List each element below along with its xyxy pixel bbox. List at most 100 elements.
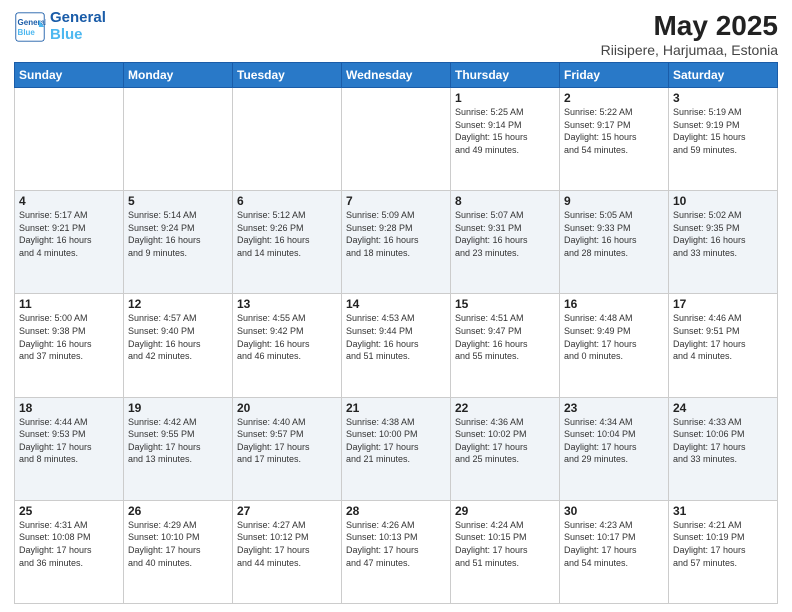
- title-block: May 2025 Riisipere, Harjumaa, Estonia: [601, 10, 778, 58]
- calendar-cell: 9Sunrise: 5:05 AM Sunset: 9:33 PM Daylig…: [560, 191, 669, 294]
- day-info: Sunrise: 5:12 AM Sunset: 9:26 PM Dayligh…: [237, 209, 337, 259]
- page: General Blue General Blue May 2025 Riisi…: [0, 0, 792, 612]
- calendar-cell: 4Sunrise: 5:17 AM Sunset: 9:21 PM Daylig…: [15, 191, 124, 294]
- calendar-cell: [342, 88, 451, 191]
- day-number: 30: [564, 504, 664, 518]
- calendar-cell: 23Sunrise: 4:34 AM Sunset: 10:04 PM Dayl…: [560, 397, 669, 500]
- calendar-table: Sunday Monday Tuesday Wednesday Thursday…: [14, 62, 778, 604]
- calendar-cell: 14Sunrise: 4:53 AM Sunset: 9:44 PM Dayli…: [342, 294, 451, 397]
- calendar-header-row: Sunday Monday Tuesday Wednesday Thursday…: [15, 63, 778, 88]
- day-info: Sunrise: 5:25 AM Sunset: 9:14 PM Dayligh…: [455, 106, 555, 156]
- day-number: 2: [564, 91, 664, 105]
- day-number: 4: [19, 194, 119, 208]
- calendar-cell: 1Sunrise: 5:25 AM Sunset: 9:14 PM Daylig…: [451, 88, 560, 191]
- day-number: 17: [673, 297, 773, 311]
- day-info: Sunrise: 4:34 AM Sunset: 10:04 PM Daylig…: [564, 416, 664, 466]
- day-number: 10: [673, 194, 773, 208]
- calendar-cell: 6Sunrise: 5:12 AM Sunset: 9:26 PM Daylig…: [233, 191, 342, 294]
- day-info: Sunrise: 4:27 AM Sunset: 10:12 PM Daylig…: [237, 519, 337, 569]
- day-number: 15: [455, 297, 555, 311]
- calendar-cell: 8Sunrise: 5:07 AM Sunset: 9:31 PM Daylig…: [451, 191, 560, 294]
- day-info: Sunrise: 4:42 AM Sunset: 9:55 PM Dayligh…: [128, 416, 228, 466]
- header-wednesday: Wednesday: [342, 63, 451, 88]
- day-number: 8: [455, 194, 555, 208]
- day-number: 27: [237, 504, 337, 518]
- day-info: Sunrise: 4:46 AM Sunset: 9:51 PM Dayligh…: [673, 312, 773, 362]
- day-number: 16: [564, 297, 664, 311]
- calendar-cell: 22Sunrise: 4:36 AM Sunset: 10:02 PM Dayl…: [451, 397, 560, 500]
- calendar-cell: 13Sunrise: 4:55 AM Sunset: 9:42 PM Dayli…: [233, 294, 342, 397]
- calendar-cell: [15, 88, 124, 191]
- day-info: Sunrise: 4:29 AM Sunset: 10:10 PM Daylig…: [128, 519, 228, 569]
- day-number: 14: [346, 297, 446, 311]
- header-friday: Friday: [560, 63, 669, 88]
- calendar-cell: 16Sunrise: 4:48 AM Sunset: 9:49 PM Dayli…: [560, 294, 669, 397]
- day-number: 25: [19, 504, 119, 518]
- day-info: Sunrise: 4:21 AM Sunset: 10:19 PM Daylig…: [673, 519, 773, 569]
- calendar-cell: 30Sunrise: 4:23 AM Sunset: 10:17 PM Dayl…: [560, 500, 669, 603]
- day-number: 20: [237, 401, 337, 415]
- calendar-week-4: 18Sunrise: 4:44 AM Sunset: 9:53 PM Dayli…: [15, 397, 778, 500]
- calendar-cell: 19Sunrise: 4:42 AM Sunset: 9:55 PM Dayli…: [124, 397, 233, 500]
- header-sunday: Sunday: [15, 63, 124, 88]
- day-info: Sunrise: 4:53 AM Sunset: 9:44 PM Dayligh…: [346, 312, 446, 362]
- day-number: 3: [673, 91, 773, 105]
- calendar-cell: 29Sunrise: 4:24 AM Sunset: 10:15 PM Dayl…: [451, 500, 560, 603]
- day-number: 28: [346, 504, 446, 518]
- header-thursday: Thursday: [451, 63, 560, 88]
- day-info: Sunrise: 5:14 AM Sunset: 9:24 PM Dayligh…: [128, 209, 228, 259]
- day-number: 24: [673, 401, 773, 415]
- day-info: Sunrise: 5:19 AM Sunset: 9:19 PM Dayligh…: [673, 106, 773, 156]
- calendar-week-3: 11Sunrise: 5:00 AM Sunset: 9:38 PM Dayli…: [15, 294, 778, 397]
- calendar-cell: 11Sunrise: 5:00 AM Sunset: 9:38 PM Dayli…: [15, 294, 124, 397]
- day-info: Sunrise: 5:09 AM Sunset: 9:28 PM Dayligh…: [346, 209, 446, 259]
- day-info: Sunrise: 4:57 AM Sunset: 9:40 PM Dayligh…: [128, 312, 228, 362]
- day-info: Sunrise: 4:26 AM Sunset: 10:13 PM Daylig…: [346, 519, 446, 569]
- logo-icon: General Blue: [14, 11, 46, 43]
- day-number: 21: [346, 401, 446, 415]
- logo-line2: Blue: [50, 26, 83, 43]
- day-info: Sunrise: 4:40 AM Sunset: 9:57 PM Dayligh…: [237, 416, 337, 466]
- day-info: Sunrise: 4:23 AM Sunset: 10:17 PM Daylig…: [564, 519, 664, 569]
- day-number: 1: [455, 91, 555, 105]
- day-number: 18: [19, 401, 119, 415]
- day-info: Sunrise: 5:17 AM Sunset: 9:21 PM Dayligh…: [19, 209, 119, 259]
- day-number: 12: [128, 297, 228, 311]
- calendar-cell: 25Sunrise: 4:31 AM Sunset: 10:08 PM Dayl…: [15, 500, 124, 603]
- day-number: 5: [128, 194, 228, 208]
- day-info: Sunrise: 4:31 AM Sunset: 10:08 PM Daylig…: [19, 519, 119, 569]
- day-number: 11: [19, 297, 119, 311]
- calendar-cell: 31Sunrise: 4:21 AM Sunset: 10:19 PM Dayl…: [669, 500, 778, 603]
- day-number: 9: [564, 194, 664, 208]
- day-number: 19: [128, 401, 228, 415]
- header-tuesday: Tuesday: [233, 63, 342, 88]
- calendar-week-5: 25Sunrise: 4:31 AM Sunset: 10:08 PM Dayl…: [15, 500, 778, 603]
- logo-text: General Blue: [50, 10, 106, 43]
- day-number: 13: [237, 297, 337, 311]
- day-info: Sunrise: 4:36 AM Sunset: 10:02 PM Daylig…: [455, 416, 555, 466]
- day-number: 7: [346, 194, 446, 208]
- calendar-cell: 3Sunrise: 5:19 AM Sunset: 9:19 PM Daylig…: [669, 88, 778, 191]
- calendar-cell: [124, 88, 233, 191]
- day-info: Sunrise: 4:24 AM Sunset: 10:15 PM Daylig…: [455, 519, 555, 569]
- calendar-cell: 10Sunrise: 5:02 AM Sunset: 9:35 PM Dayli…: [669, 191, 778, 294]
- calendar-cell: [233, 88, 342, 191]
- calendar-cell: 27Sunrise: 4:27 AM Sunset: 10:12 PM Dayl…: [233, 500, 342, 603]
- calendar-cell: 12Sunrise: 4:57 AM Sunset: 9:40 PM Dayli…: [124, 294, 233, 397]
- logo: General Blue General Blue: [14, 10, 106, 43]
- day-number: 31: [673, 504, 773, 518]
- day-info: Sunrise: 4:33 AM Sunset: 10:06 PM Daylig…: [673, 416, 773, 466]
- calendar-cell: 5Sunrise: 5:14 AM Sunset: 9:24 PM Daylig…: [124, 191, 233, 294]
- day-info: Sunrise: 4:55 AM Sunset: 9:42 PM Dayligh…: [237, 312, 337, 362]
- calendar-cell: 24Sunrise: 4:33 AM Sunset: 10:06 PM Dayl…: [669, 397, 778, 500]
- day-number: 23: [564, 401, 664, 415]
- calendar-cell: 15Sunrise: 4:51 AM Sunset: 9:47 PM Dayli…: [451, 294, 560, 397]
- calendar-cell: 26Sunrise: 4:29 AM Sunset: 10:10 PM Dayl…: [124, 500, 233, 603]
- day-number: 22: [455, 401, 555, 415]
- header-monday: Monday: [124, 63, 233, 88]
- day-number: 29: [455, 504, 555, 518]
- day-info: Sunrise: 5:07 AM Sunset: 9:31 PM Dayligh…: [455, 209, 555, 259]
- day-info: Sunrise: 5:22 AM Sunset: 9:17 PM Dayligh…: [564, 106, 664, 156]
- day-info: Sunrise: 5:02 AM Sunset: 9:35 PM Dayligh…: [673, 209, 773, 259]
- day-info: Sunrise: 4:38 AM Sunset: 10:00 PM Daylig…: [346, 416, 446, 466]
